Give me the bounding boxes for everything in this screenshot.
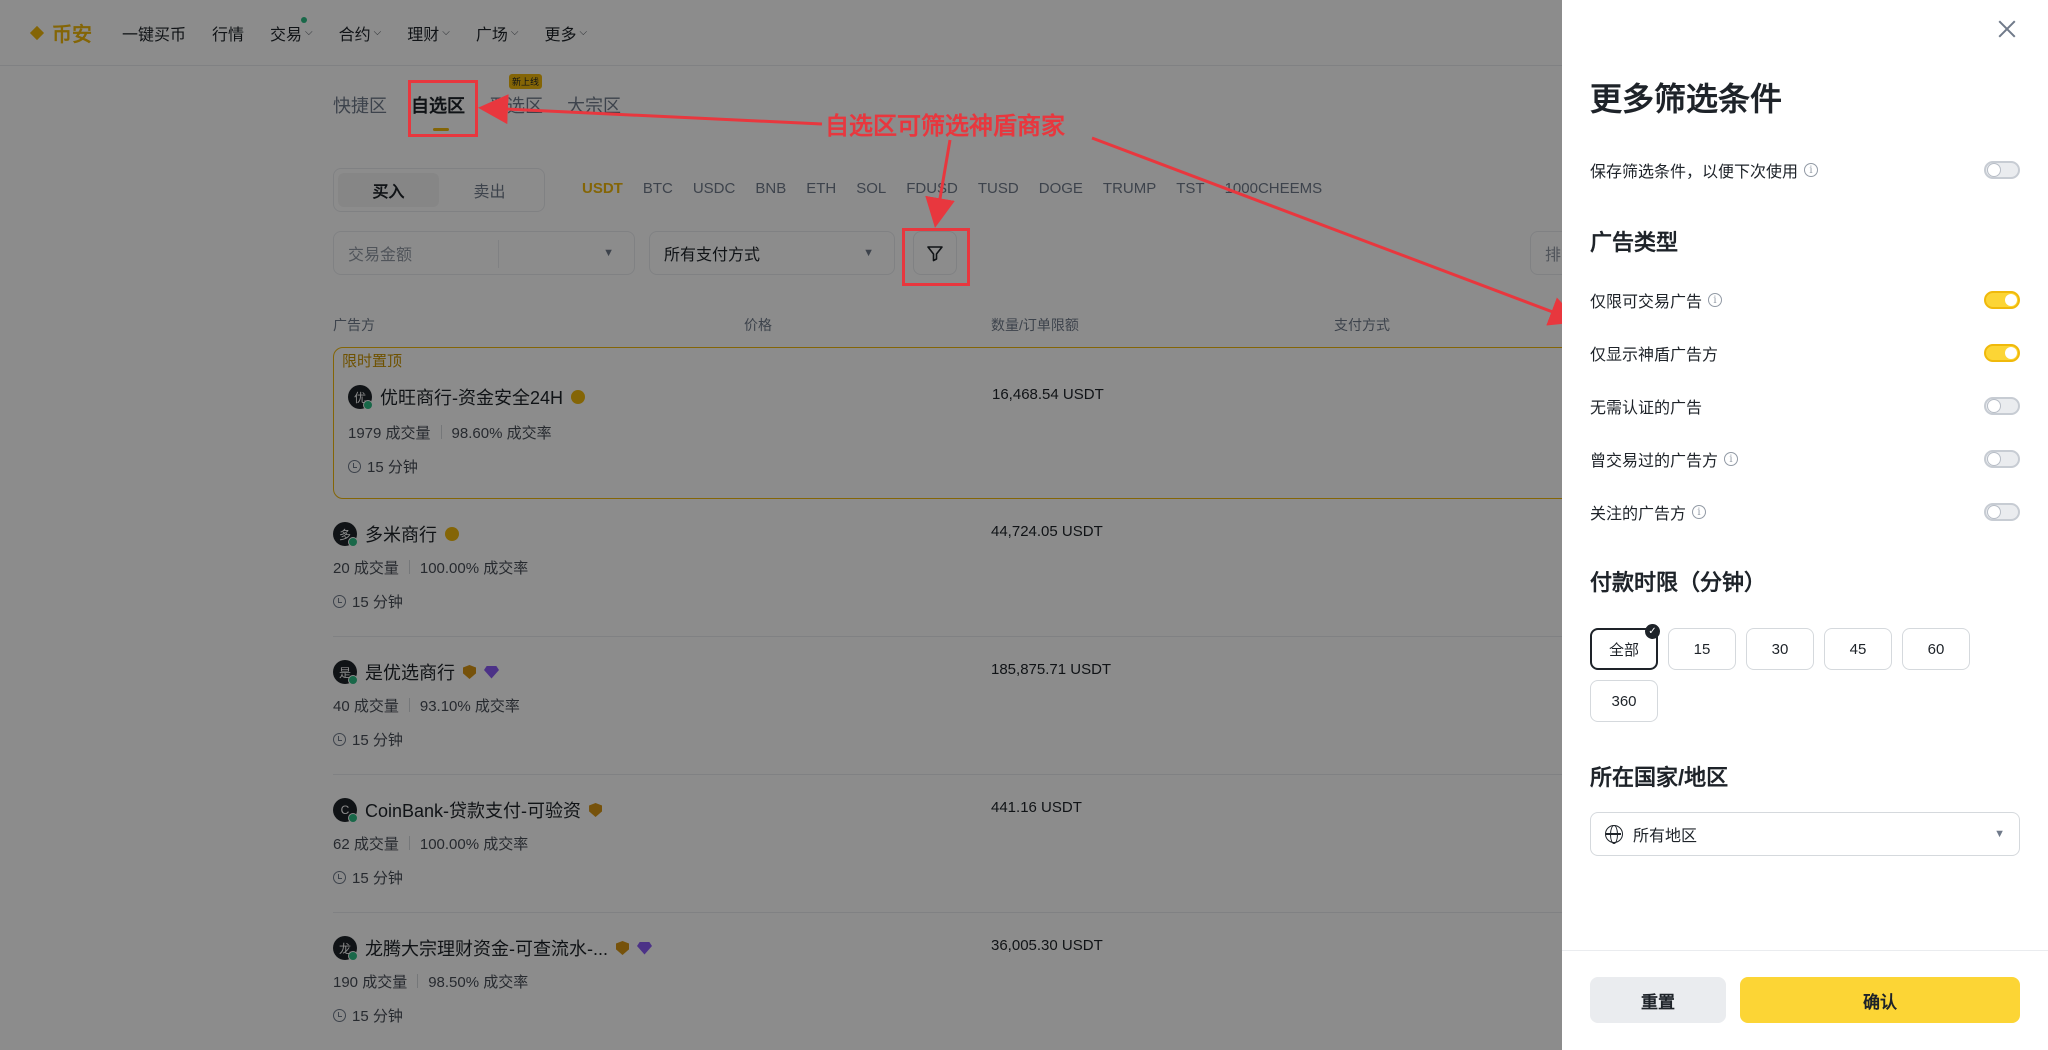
- save-filter-label: 保存筛选条件，以便下次使用: [1590, 164, 1799, 181]
- info-icon[interactable]: i: [1708, 293, 1723, 307]
- confirm-button[interactable]: 确认: [1740, 977, 2020, 1023]
- ad-type-label: 无需认证的广告: [1590, 400, 1703, 417]
- ad-type-row-2: 无需认证的广告: [1590, 391, 2020, 421]
- save-filter-row: 保存筛选条件，以便下次使用 i: [1590, 155, 2020, 185]
- ad-type-row-4: 关注的广告方 i: [1590, 497, 2020, 527]
- info-icon[interactable]: i: [1804, 163, 1819, 177]
- payment-time-options: 全部15304560 360: [1590, 624, 2030, 722]
- payment-time-chip[interactable]: 45: [1824, 628, 1892, 670]
- ad-type-row-0: 仅限可交易广告 i: [1590, 285, 2020, 315]
- payment-time-chip[interactable]: 30: [1746, 628, 1814, 670]
- ad-type-row-3: 曾交易过的广告方 i: [1590, 444, 2020, 474]
- annotation-label: 自选区可筛选神盾商家: [825, 113, 1065, 140]
- ad-type-label: 仅限可交易广告: [1590, 294, 1703, 311]
- more-filters-drawer: 更多筛选条件 保存筛选条件，以便下次使用 i 广告类型 仅限可交易广告 i 仅显示神…: [1562, 0, 2048, 1050]
- ad-type-heading: 广告类型: [1590, 230, 1679, 255]
- ad-type-label: 曾交易过的广告方: [1590, 453, 1719, 470]
- ad-type-label: 仅显示神盾广告方: [1590, 347, 1719, 364]
- modal-overlay[interactable]: [0, 0, 1562, 1050]
- ad-type-toggle[interactable]: [1984, 503, 2020, 521]
- ad-type-toggle[interactable]: [1984, 397, 2020, 415]
- payment-time-chip[interactable]: 全部: [1590, 624, 1660, 670]
- save-filter-toggle[interactable]: [1984, 161, 2020, 179]
- footer-divider: [1562, 950, 2048, 951]
- drawer-title: 更多筛选条件: [1590, 81, 1783, 117]
- region-select[interactable]: 所有地区 ▼: [1590, 812, 2020, 856]
- ad-type-label: 关注的广告方: [1590, 506, 1687, 523]
- ad-type-toggle[interactable]: [1984, 450, 2020, 468]
- globe-icon: [1605, 825, 1623, 844]
- chevron-down-icon: ▼: [1994, 828, 2005, 840]
- payment-time-chip[interactable]: 360: [1590, 680, 1658, 722]
- annotation-box-filter-button: [902, 228, 970, 286]
- annotation-box-zone-tab: [408, 80, 478, 137]
- ad-type-toggle[interactable]: [1984, 344, 2020, 362]
- payment-time-chip[interactable]: 15: [1668, 628, 1736, 670]
- reset-button[interactable]: 重置: [1590, 977, 1726, 1023]
- region-heading: 所在国家/地区: [1590, 765, 1729, 790]
- region-value: 所有地区: [1633, 828, 1698, 845]
- payment-time-chip[interactable]: 60: [1902, 628, 1970, 670]
- info-icon[interactable]: i: [1724, 452, 1739, 466]
- ad-type-toggle[interactable]: [1984, 291, 2020, 309]
- info-icon[interactable]: i: [1692, 505, 1707, 519]
- ad-type-row-1: 仅显示神盾广告方: [1590, 338, 2020, 368]
- payment-time-heading: 付款时限（分钟）: [1590, 570, 1767, 595]
- close-icon[interactable]: [1996, 18, 2018, 40]
